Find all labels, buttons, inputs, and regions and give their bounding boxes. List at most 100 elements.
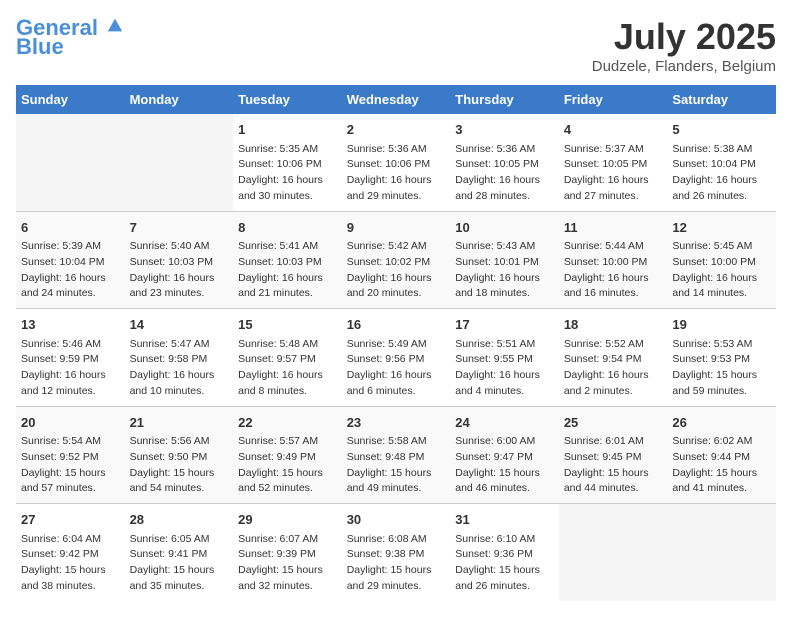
calendar-cell: 26Sunrise: 6:02 AMSunset: 9:44 PMDayligh…	[667, 406, 776, 504]
sunset-text: Sunset: 9:53 PM	[672, 352, 771, 368]
day-number: 9	[347, 218, 446, 238]
daylight-text: Daylight: 15 hours and 57 minutes.	[21, 466, 120, 498]
day-number: 7	[130, 218, 229, 238]
sunset-text: Sunset: 10:04 PM	[21, 255, 120, 271]
sunrise-text: Sunrise: 6:01 AM	[564, 434, 663, 450]
day-number: 8	[238, 218, 337, 238]
calendar-cell: 12Sunrise: 5:45 AMSunset: 10:00 PMDaylig…	[667, 211, 776, 309]
sunrise-text: Sunrise: 5:58 AM	[347, 434, 446, 450]
daylight-text: Daylight: 16 hours and 16 minutes.	[564, 271, 663, 303]
sunset-text: Sunset: 10:04 PM	[672, 157, 771, 173]
calendar-cell: 30Sunrise: 6:08 AMSunset: 9:38 PMDayligh…	[342, 504, 451, 601]
sunrise-text: Sunrise: 5:36 AM	[347, 142, 446, 158]
day-number: 11	[564, 218, 663, 238]
day-number: 4	[564, 120, 663, 140]
calendar-cell: 17 Sunrise: 5:51 AMSunset: 9:55 PMDayligh…	[450, 309, 559, 407]
calendar-cell: 16Sunrise: 5:49 AMSunset: 9:56 PMDayligh…	[342, 309, 451, 407]
sunset-text: Sunset: 10:03 PM	[238, 255, 337, 271]
weekday-header: Sunday	[16, 85, 125, 114]
sunrise-text: Sunrise: 5:54 AM	[21, 434, 120, 450]
calendar-cell	[125, 114, 234, 211]
day-number: 28	[130, 510, 229, 530]
sunset-text: Sunset: 9:45 PM	[564, 450, 663, 466]
calendar-cell: 28Sunrise: 6:05 AMSunset: 9:41 PMDayligh…	[125, 504, 234, 601]
sunset-text: Sunset: 10:00 PM	[564, 255, 663, 271]
calendar-cell: 18Sunrise: 5:52 AMSunset: 9:54 PMDayligh…	[559, 309, 668, 407]
sunset-text: Sunset: 10:02 PM	[347, 255, 446, 271]
sunset-text: Sunset: 9:42 PM	[21, 547, 120, 563]
sunrise-text: Sunrise: 5:57 AM	[238, 434, 337, 450]
daylight-text: Daylight: 15 hours and 49 minutes.	[347, 466, 446, 498]
day-number: 13	[21, 315, 120, 335]
sunrise-text: Sunrise: 6:05 AM	[130, 532, 229, 548]
calendar-cell: 19Sunrise: 5:53 AMSunset: 9:53 PMDayligh…	[667, 309, 776, 407]
sunrise-text: Sunrise: 5:41 AM	[238, 239, 337, 255]
daylight-text: Daylight: 16 hours and 23 minutes.	[130, 271, 229, 303]
location: Dudzele, Flanders, Belgium	[592, 58, 776, 75]
sunrise-text: Sunrise: 5:47 AM	[130, 337, 229, 353]
title-block: July 2025 Dudzele, Flanders, Belgium	[592, 16, 776, 75]
calendar-cell: 8Sunrise: 5:41 AMSunset: 10:03 PMDayligh…	[233, 211, 342, 309]
sunset-text: Sunset: 9:47 PM	[455, 450, 554, 466]
day-number: 23	[347, 413, 446, 433]
sunset-text: Sunset: 9:48 PM	[347, 450, 446, 466]
sunset-text: Sunset: 9:52 PM	[21, 450, 120, 466]
calendar-row: 1Sunrise: 5:35 AMSunset: 10:06 PMDayligh…	[16, 114, 776, 211]
day-number: 10	[455, 218, 554, 238]
sunrise-text: Sunrise: 5:44 AM	[564, 239, 663, 255]
sunrise-text: Sunrise: 5:40 AM	[130, 239, 229, 255]
calendar-cell	[559, 504, 668, 601]
logo: General Blue	[16, 16, 124, 60]
sunset-text: Sunset: 9:38 PM	[347, 547, 446, 563]
sunset-text: Sunset: 9:56 PM	[347, 352, 446, 368]
sunrise-text: Sunrise: 5:42 AM	[347, 239, 446, 255]
day-number: 21	[130, 413, 229, 433]
daylight-text: Daylight: 16 hours and 4 minutes.	[455, 368, 554, 400]
sunset-text: Sunset: 10:06 PM	[238, 157, 337, 173]
weekday-header: Tuesday	[233, 85, 342, 114]
daylight-text: Daylight: 16 hours and 29 minutes.	[347, 173, 446, 205]
daylight-text: Daylight: 15 hours and 44 minutes.	[564, 466, 663, 498]
weekday-header: Monday	[125, 85, 234, 114]
day-number: 30	[347, 510, 446, 530]
calendar-row: 27Sunrise: 6:04 AMSunset: 9:42 PMDayligh…	[16, 504, 776, 601]
daylight-text: Daylight: 16 hours and 21 minutes.	[238, 271, 337, 303]
daylight-text: Daylight: 16 hours and 12 minutes.	[21, 368, 120, 400]
day-number: 26	[672, 413, 771, 433]
daylight-text: Daylight: 15 hours and 52 minutes.	[238, 466, 337, 498]
month-year: July 2025	[592, 16, 776, 58]
sunset-text: Sunset: 10:03 PM	[130, 255, 229, 271]
calendar-cell: 20Sunrise: 5:54 AMSunset: 9:52 PMDayligh…	[16, 406, 125, 504]
sunset-text: Sunset: 9:59 PM	[21, 352, 120, 368]
day-number: 1	[238, 120, 337, 140]
weekday-header: Wednesday	[342, 85, 451, 114]
calendar-cell: 24Sunrise: 6:00 AMSunset: 9:47 PMDayligh…	[450, 406, 559, 504]
sunset-text: Sunset: 9:54 PM	[564, 352, 663, 368]
sunrise-text: Sunrise: 6:07 AM	[238, 532, 337, 548]
daylight-text: Daylight: 15 hours and 32 minutes.	[238, 563, 337, 595]
sunrise-text: Sunrise: 5:48 AM	[238, 337, 337, 353]
calendar-cell: 22Sunrise: 5:57 AMSunset: 9:49 PMDayligh…	[233, 406, 342, 504]
daylight-text: Daylight: 15 hours and 29 minutes.	[347, 563, 446, 595]
weekday-header: Friday	[559, 85, 668, 114]
sunrise-text: Sunrise: 5:37 AM	[564, 142, 663, 158]
sunrise-text: Sunrise: 6:04 AM	[21, 532, 120, 548]
sunrise-text: Sunrise: 5:51 AM	[455, 337, 554, 353]
calendar-row: 20Sunrise: 5:54 AMSunset: 9:52 PMDayligh…	[16, 406, 776, 504]
daylight-text: Daylight: 16 hours and 18 minutes.	[455, 271, 554, 303]
calendar-row: 6Sunrise: 5:39 AMSunset: 10:04 PMDayligh…	[16, 211, 776, 309]
daylight-text: Daylight: 16 hours and 20 minutes.	[347, 271, 446, 303]
calendar-cell: 14Sunrise: 5:47 AMSunset: 9:58 PMDayligh…	[125, 309, 234, 407]
weekday-header-row: SundayMondayTuesdayWednesdayThursdayFrid…	[16, 85, 776, 114]
day-number: 14	[130, 315, 229, 335]
day-number: 17	[455, 315, 554, 335]
logo-icon	[106, 17, 124, 35]
sunset-text: Sunset: 9:55 PM	[455, 352, 554, 368]
day-number: 25	[564, 413, 663, 433]
day-number: 16	[347, 315, 446, 335]
daylight-text: Daylight: 16 hours and 27 minutes.	[564, 173, 663, 205]
daylight-text: Daylight: 16 hours and 10 minutes.	[130, 368, 229, 400]
sunrise-text: Sunrise: 5:53 AM	[672, 337, 771, 353]
calendar-row: 13Sunrise: 5:46 AMSunset: 9:59 PMDayligh…	[16, 309, 776, 407]
daylight-text: Daylight: 16 hours and 6 minutes.	[347, 368, 446, 400]
